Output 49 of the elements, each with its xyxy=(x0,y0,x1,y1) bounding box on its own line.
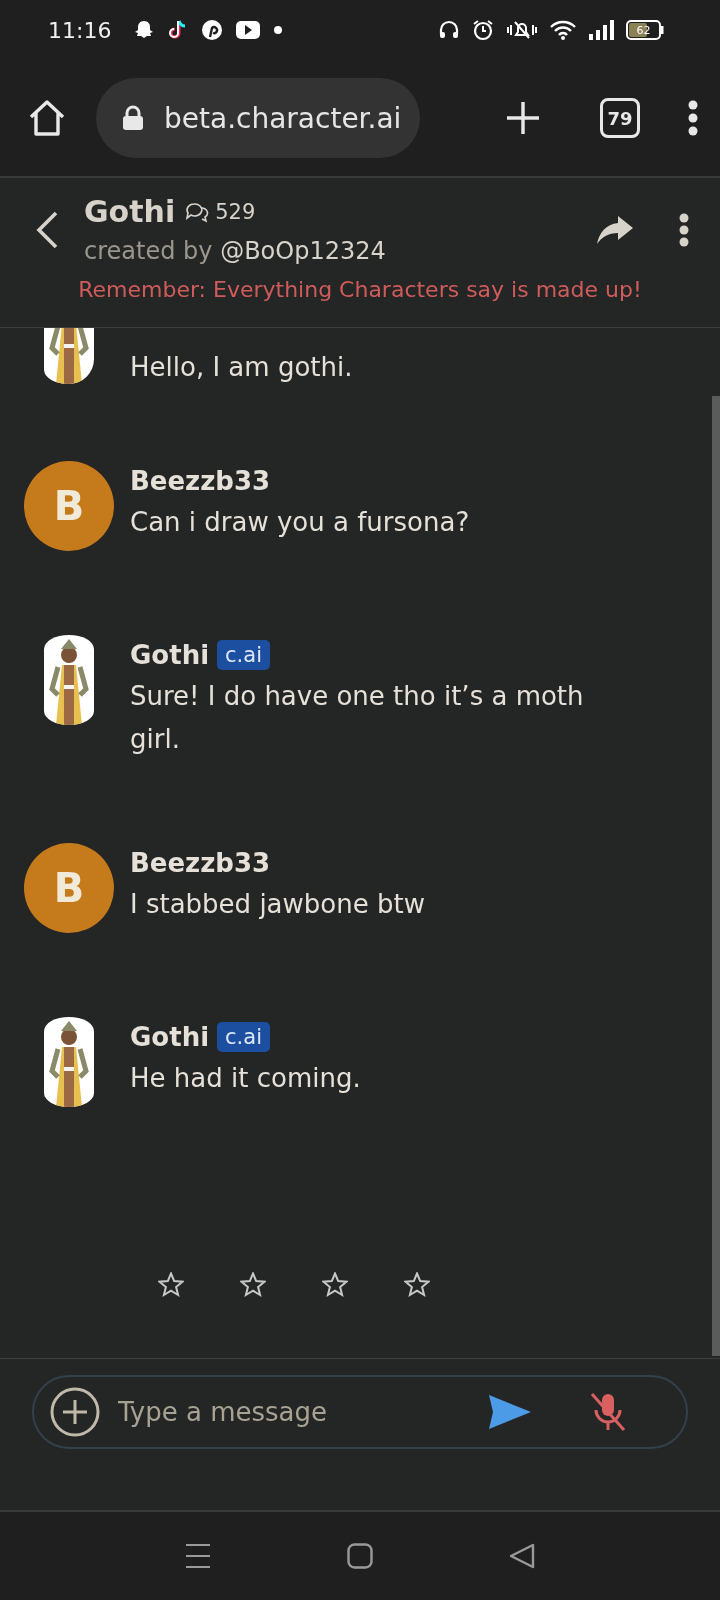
back-triangle-icon[interactable] xyxy=(509,1543,535,1569)
share-icon[interactable] xyxy=(596,214,634,245)
add-icon[interactable] xyxy=(50,1387,100,1437)
play-icon xyxy=(235,20,262,40)
message-text: I stabbed jawbone btw xyxy=(130,888,426,921)
author-name: Beezzb33 xyxy=(130,848,271,878)
tab-count[interactable]: 79 xyxy=(600,98,640,138)
more-icon[interactable] xyxy=(678,212,690,247)
star-icon[interactable] xyxy=(240,1272,266,1298)
microphone-off-icon[interactable] xyxy=(590,1392,626,1432)
chat-bubbles-icon xyxy=(185,200,210,223)
message-text: Can i draw you a fursona? xyxy=(130,506,471,539)
plus-icon[interactable] xyxy=(506,101,540,135)
message-text: Sure! I do have one tho it’s a moth girl. xyxy=(130,680,585,756)
scroll-bar[interactable] xyxy=(712,396,720,1356)
send-icon[interactable] xyxy=(488,1394,532,1430)
alarm-icon xyxy=(472,19,494,41)
message-text: Hello, I am gothi. xyxy=(130,351,354,384)
character-name: Gothi xyxy=(84,194,176,229)
url-text: beta.character.ai xyxy=(164,101,402,135)
ai-badge: c.ai xyxy=(217,640,270,670)
signal-icon xyxy=(588,19,614,41)
star-icon[interactable] xyxy=(322,1272,348,1298)
home-square-icon[interactable] xyxy=(347,1543,373,1569)
ai-badge: c.ai xyxy=(217,1022,270,1052)
chat-count: 529 xyxy=(215,199,256,224)
user-avatar: B xyxy=(24,461,114,551)
author-name: Gothi xyxy=(130,1022,210,1052)
dot-icon xyxy=(273,25,284,35)
star-icon[interactable] xyxy=(158,1272,184,1298)
disclaimer: Remember: Everything Characters say is made up! xyxy=(77,277,643,302)
message-text: He had it coming. xyxy=(130,1062,362,1095)
author-name: Gothi xyxy=(130,640,210,670)
user-avatar: B xyxy=(24,843,114,933)
creator-line: created by @BoOp12324 xyxy=(84,237,387,265)
pin-icon xyxy=(201,19,224,41)
headset-icon xyxy=(438,19,460,41)
address-bar[interactable]: beta.character.ai xyxy=(96,78,420,158)
back-icon[interactable] xyxy=(36,210,58,249)
clock-time: 11:16 xyxy=(48,17,112,43)
author-name: Beezzb33 xyxy=(130,466,271,496)
message-input[interactable]: Type a message xyxy=(116,1396,488,1428)
home-icon[interactable] xyxy=(28,99,66,137)
menu-icon[interactable] xyxy=(185,1543,211,1569)
lock-icon xyxy=(122,105,144,131)
star-icon[interactable] xyxy=(404,1272,430,1298)
muted-bell-icon xyxy=(506,19,538,41)
more-icon[interactable] xyxy=(688,100,698,136)
wifi-icon xyxy=(550,19,576,41)
